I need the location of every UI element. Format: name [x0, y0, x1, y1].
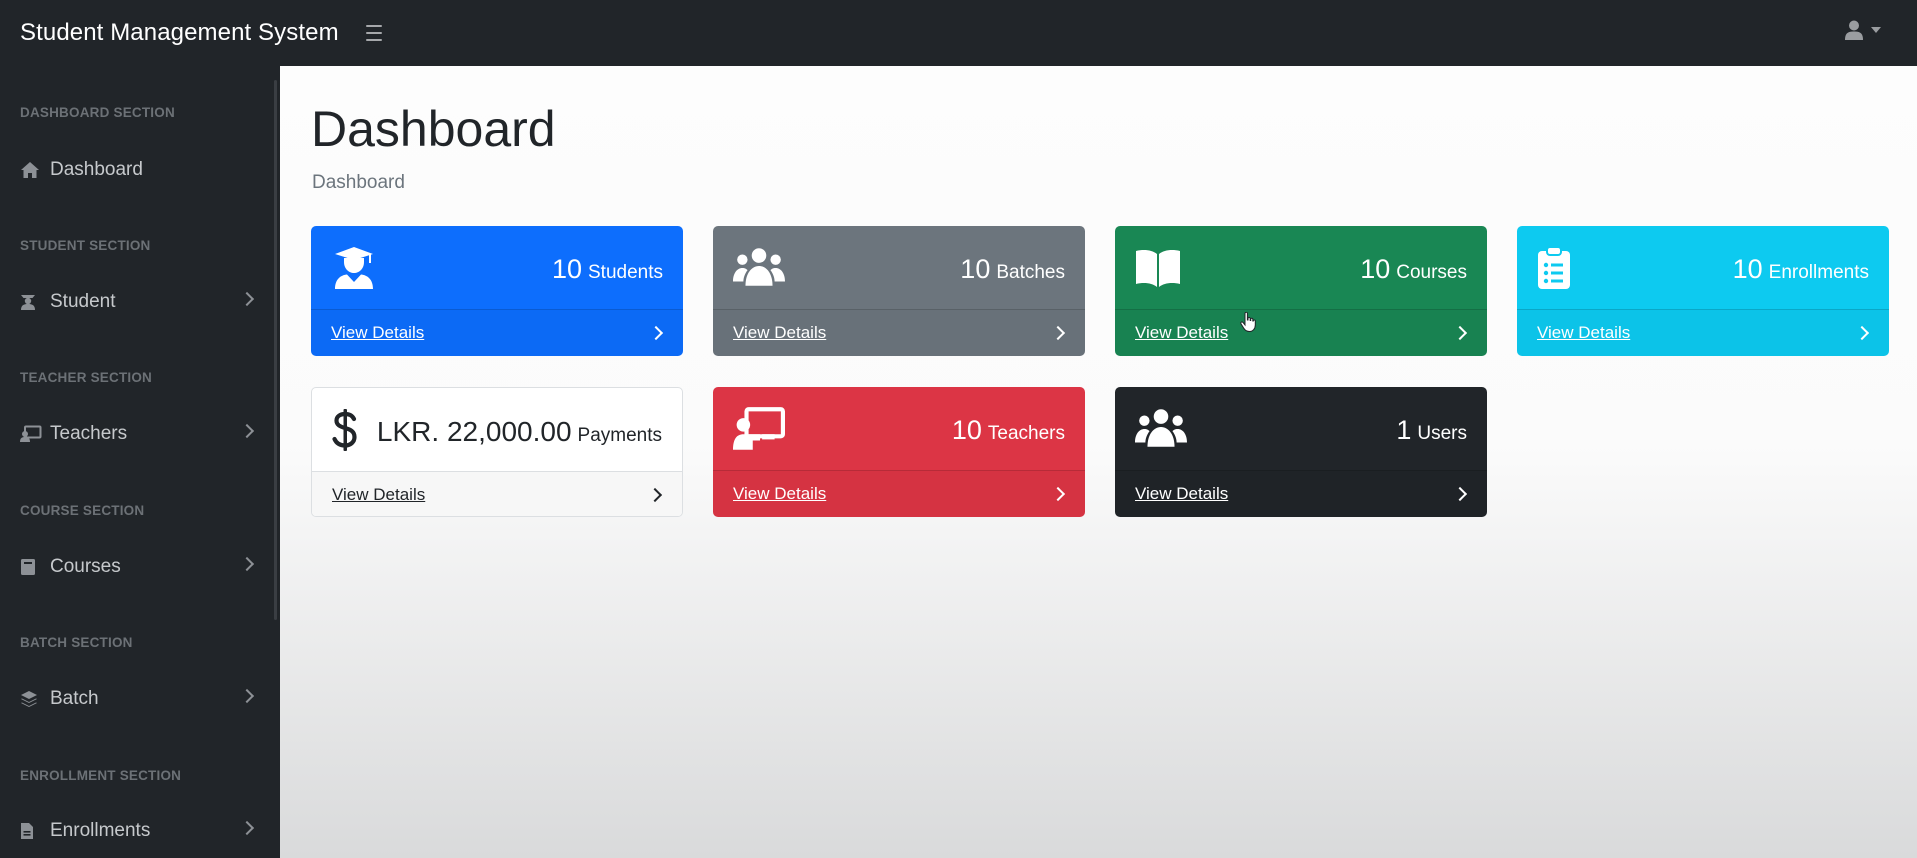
home-icon — [20, 160, 42, 180]
chalkboard-teacher-icon — [733, 407, 785, 450]
sidebar-item-label: Enrollments — [50, 820, 151, 841]
chevron-right-icon — [239, 556, 255, 572]
students-card: 10 Students View Details — [311, 226, 683, 356]
users-view-details-link[interactable]: View Details — [1135, 484, 1228, 504]
sidebar-item-student[interactable]: Student — [0, 280, 272, 324]
sidebar-item-label: Dashboard — [50, 159, 143, 180]
sidebar-item-label: Teachers — [50, 423, 128, 444]
sidebar-item-courses[interactable]: Courses — [0, 545, 272, 589]
enrollments-label: Enrollments — [1768, 262, 1869, 283]
payments-label: Payments — [577, 425, 662, 446]
batches-label: Batches — [996, 262, 1065, 283]
courses-label: Courses — [1396, 262, 1467, 283]
file-icon — [20, 821, 42, 841]
users-card: 1 Users View Details — [1115, 387, 1487, 517]
section-heading-batch: BATCH SECTION — [20, 635, 133, 650]
chalkboard-teacher-icon — [20, 424, 42, 444]
teachers-label: Teachers — [987, 423, 1065, 444]
caret-down-icon — [1871, 27, 1881, 33]
chevron-right-icon — [239, 820, 255, 836]
users-label: Users — [1417, 423, 1467, 444]
courses-view-details-link[interactable]: View Details — [1135, 323, 1228, 343]
graduate-icon — [20, 292, 42, 312]
chevron-right-icon[interactable] — [647, 487, 663, 503]
chevron-right-icon — [239, 688, 255, 704]
courses-card: 10 Courses View Details — [1115, 226, 1487, 356]
teachers-count: 10 — [951, 415, 982, 445]
students-view-details-link[interactable]: View Details — [331, 323, 424, 343]
users-icon — [733, 248, 785, 286]
sidebar-scrollbar[interactable] — [274, 80, 277, 620]
book-open-icon — [1136, 250, 1180, 287]
section-heading-enrollment: ENROLLMENT SECTION — [20, 768, 182, 783]
section-heading-student: STUDENT SECTION — [20, 238, 151, 253]
clipboard-list-icon — [1538, 246, 1570, 289]
breadcrumb: Dashboard — [312, 172, 405, 193]
batches-card: 10 Batches View Details — [713, 226, 1085, 356]
chevron-right-icon[interactable] — [1452, 325, 1468, 341]
payments-view-details-link[interactable]: View Details — [332, 485, 425, 505]
sidebar-item-label: Courses — [50, 556, 121, 577]
students-count: 10 — [551, 254, 582, 284]
hand-pointer-icon — [1240, 312, 1256, 332]
sidebar-item-label: Student — [50, 291, 116, 312]
sidebar-item-dashboard[interactable]: Dashboard — [0, 148, 272, 192]
chevron-right-icon[interactable] — [648, 325, 664, 341]
section-heading-dashboard: DASHBOARD SECTION — [20, 105, 175, 120]
payments-amount: LKR. 22,000.00 — [376, 416, 572, 447]
teachers-card: 10 Teachers View Details — [713, 387, 1085, 517]
teachers-view-details-link[interactable]: View Details — [733, 484, 826, 504]
batches-view-details-link[interactable]: View Details — [733, 323, 826, 343]
sidebar-item-batch[interactable]: Batch — [0, 677, 272, 721]
enrollments-view-details-link[interactable]: View Details — [1537, 323, 1630, 343]
sidebar: DASHBOARD SECTION Dashboard STUDENT SECT… — [0, 66, 280, 858]
chevron-right-icon — [239, 423, 255, 439]
page-title: Dashboard — [311, 101, 556, 157]
section-heading-course: COURSE SECTION — [20, 503, 145, 518]
book-icon — [20, 557, 42, 577]
section-heading-teacher: TEACHER SECTION — [20, 370, 153, 385]
sidebar-item-teachers[interactable]: Teachers — [0, 412, 272, 456]
app-title[interactable]: Student Management System — [0, 19, 339, 47]
enrollments-count: 10 — [1732, 254, 1763, 284]
hamburger-icon[interactable] — [361, 23, 387, 43]
main-content: Dashboard Dashboard 10 Students View Det… — [280, 66, 1917, 858]
chevron-right-icon[interactable] — [1452, 486, 1468, 502]
layers-icon — [20, 689, 42, 709]
sidebar-item-enrollments[interactable]: Enrollments — [0, 809, 272, 853]
sidebar-item-label: Batch — [50, 688, 99, 709]
dollar-icon — [332, 409, 357, 451]
courses-count: 10 — [1360, 254, 1391, 284]
chevron-right-icon[interactable] — [1050, 325, 1066, 341]
users-count: 1 — [1396, 415, 1412, 445]
chevron-right-icon[interactable] — [1854, 325, 1870, 341]
top-navbar: Student Management System — [0, 0, 1917, 66]
payments-card: LKR. 22,000.00 Payments View Details — [311, 387, 683, 517]
user-icon — [1845, 20, 1863, 40]
users-icon — [1135, 409, 1187, 447]
chevron-right-icon — [239, 291, 255, 307]
batches-count: 10 — [960, 254, 991, 284]
chevron-right-icon[interactable] — [1050, 486, 1066, 502]
students-label: Students — [588, 262, 663, 283]
user-graduate-icon — [335, 247, 373, 289]
enrollments-card: 10 Enrollments View Details — [1517, 226, 1889, 356]
user-menu[interactable] — [1845, 20, 1881, 40]
